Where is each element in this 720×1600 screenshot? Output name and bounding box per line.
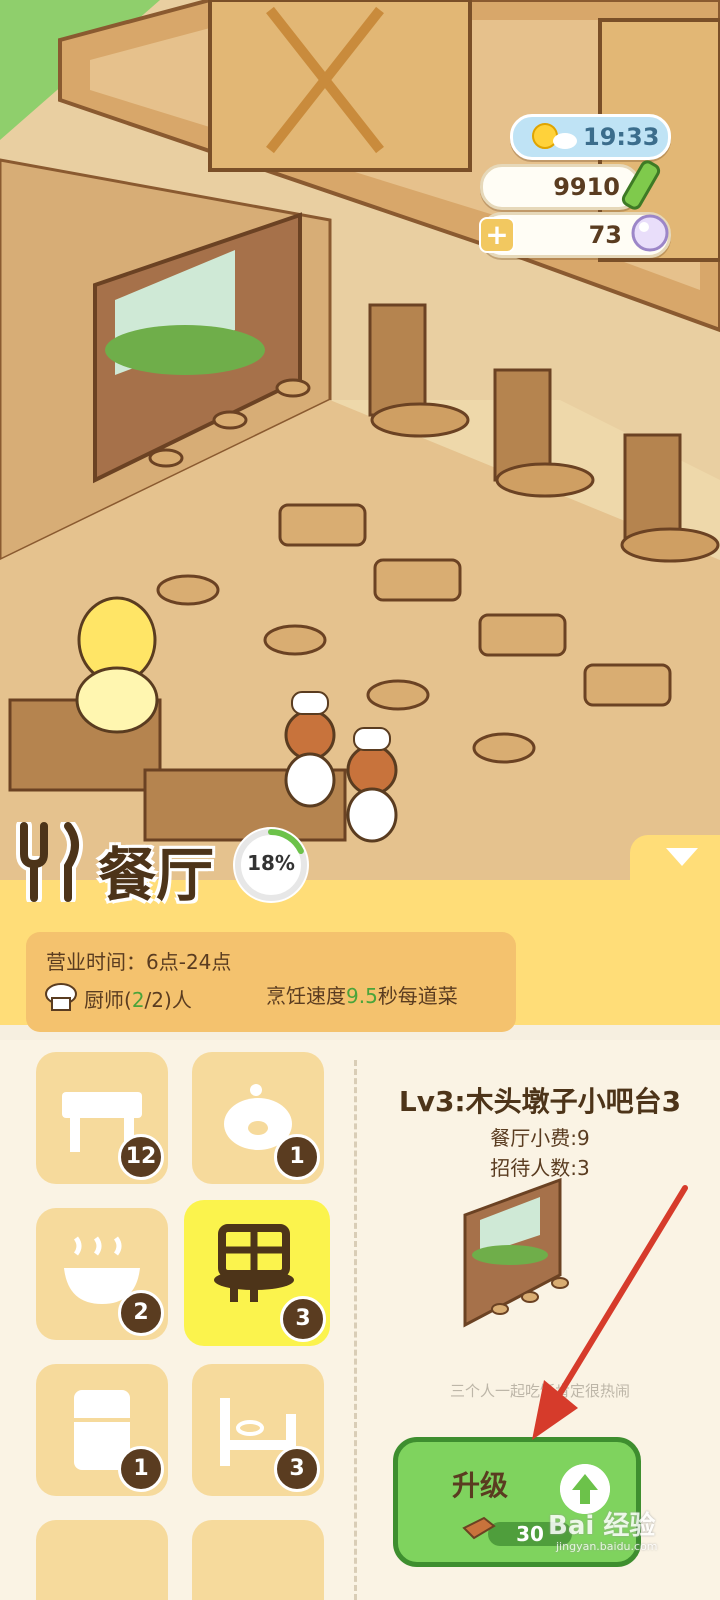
collapse-panel-icon[interactable] [666,848,698,866]
wood-plank-icon [462,1516,496,1540]
bed-count-badge: 3 [274,1446,320,1492]
chef-hat-icon [45,983,77,1011]
speed-suffix: 秒每道菜 [377,984,458,1008]
chef-prefix: 厨师( [84,988,132,1012]
sun-cloud-icon [532,123,577,149]
chef-count: 厨师(2/2)人 [84,984,192,1013]
item-title: Lv3:木头墩子小吧台3 [398,1085,682,1118]
baidu-watermark-url: jingyan.baidu.com [556,1540,658,1553]
business-hours: 营业时间：6点-24点 [46,950,232,974]
baidu-watermark: Bai 经验 [548,1511,656,1541]
upgrade-label: 升级 [452,1469,509,1502]
resource-hud: 19:33 9910 + 73 [479,100,720,270]
wooden-bar-icon [214,1224,294,1302]
category-bar-selected[interactable]: 3 [184,1200,330,1346]
item-tip: 餐厅小费:9 [490,1126,590,1150]
pearl-amount: 73 [588,221,622,249]
fridge-count-badge: 1 [118,1446,164,1492]
chef-suffix: /2)人 [144,988,192,1012]
category-more-2[interactable] [192,1520,324,1600]
bamboo-currency[interactable]: 9910 [480,160,661,210]
category-bed[interactable]: 3 [192,1364,324,1496]
category-piggy[interactable]: 1 [192,1052,324,1184]
time-display: 19:33 [510,114,671,160]
fork-knife-icon [16,822,83,902]
add-pearls-button[interactable]: + [479,217,515,253]
pots-count-badge: 2 [118,1290,164,1336]
category-tables[interactable]: 12 [36,1052,168,1184]
category-more-1[interactable] [36,1520,168,1600]
pearl-icon [631,214,669,252]
bamboo-amount: 9910 [553,173,620,201]
pearl-currency[interactable]: + 73 [479,212,671,258]
page-title: 餐厅 [98,841,215,909]
tables-count-badge: 12 [118,1134,164,1180]
category-pots[interactable]: 2 [36,1208,168,1340]
panel-divider [354,1060,357,1600]
speed-value: 9.5 [346,984,378,1008]
cooking-speed: 烹饪速度9.5秒每道菜 [266,984,496,1008]
progress-label: 18% [247,851,295,875]
piggy-count-badge: 1 [274,1134,320,1180]
category-fridge[interactable]: 1 [36,1364,168,1496]
chef-current: 2 [131,988,145,1012]
bar-count-badge: 3 [280,1296,326,1342]
restaurant-info-card: 营业时间：6点-24点 厨师(2/2)人 烹饪速度9.5秒每道菜 [26,932,516,1032]
annotation-arrow [532,1185,688,1440]
bamboo-icon [621,160,661,210]
time-text: 19:33 [583,123,660,151]
speed-prefix: 烹饪速度 [266,984,346,1008]
